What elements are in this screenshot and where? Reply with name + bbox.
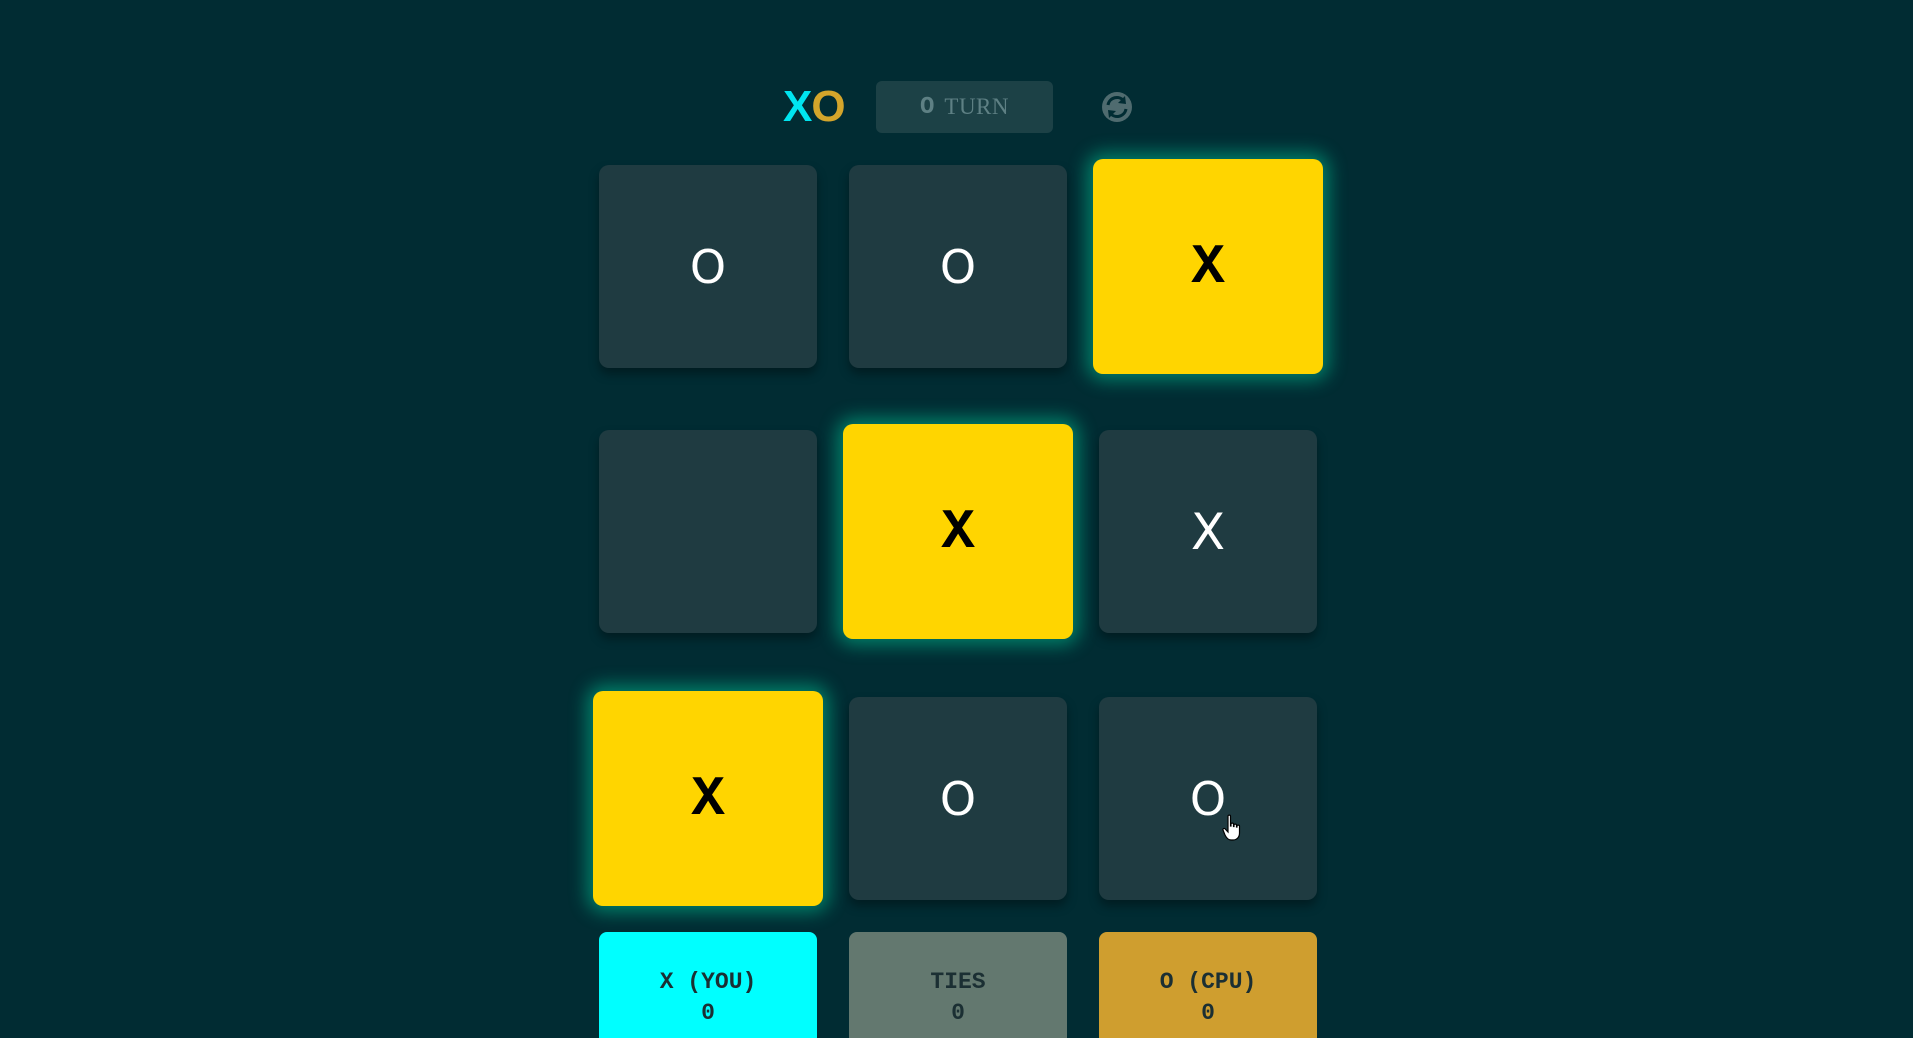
score-cpu: O (CPU) 0 xyxy=(1099,932,1317,1038)
board-cell[interactable]: X xyxy=(1099,430,1317,633)
board-cell[interactable]: O xyxy=(599,165,817,368)
board-cell[interactable]: O xyxy=(849,165,1067,368)
board-cell[interactable]: O xyxy=(849,697,1067,900)
score-you-value: 0 xyxy=(701,1000,715,1026)
cell-mark: X xyxy=(1190,502,1226,561)
pointer-cursor-icon xyxy=(1222,814,1241,841)
cell-mark: O xyxy=(1189,771,1227,826)
score-you: X (YOU) 0 xyxy=(599,932,817,1038)
score-ties-value: 0 xyxy=(951,1000,965,1026)
cell-mark: O xyxy=(939,771,977,826)
board-cell[interactable]: O xyxy=(1099,697,1317,900)
board-cell[interactable]: X xyxy=(843,424,1073,639)
game-board: O O X X X X O O xyxy=(0,0,1913,1038)
score-ties: TIES 0 xyxy=(849,932,1067,1038)
board-cell[interactable]: X xyxy=(593,691,823,906)
cell-mark: X xyxy=(1191,234,1225,299)
board-cell[interactable]: X xyxy=(1093,159,1323,374)
score-ties-label: TIES xyxy=(930,969,986,995)
board-cell[interactable] xyxy=(599,430,817,633)
cell-mark: O xyxy=(689,239,727,294)
score-cpu-value: 0 xyxy=(1201,1000,1215,1026)
cell-mark: O xyxy=(939,239,977,294)
cell-mark: X xyxy=(691,766,725,831)
cell-mark: X xyxy=(941,499,975,564)
score-you-label: X (YOU) xyxy=(659,969,757,995)
score-cpu-label: O (CPU) xyxy=(1159,969,1257,995)
